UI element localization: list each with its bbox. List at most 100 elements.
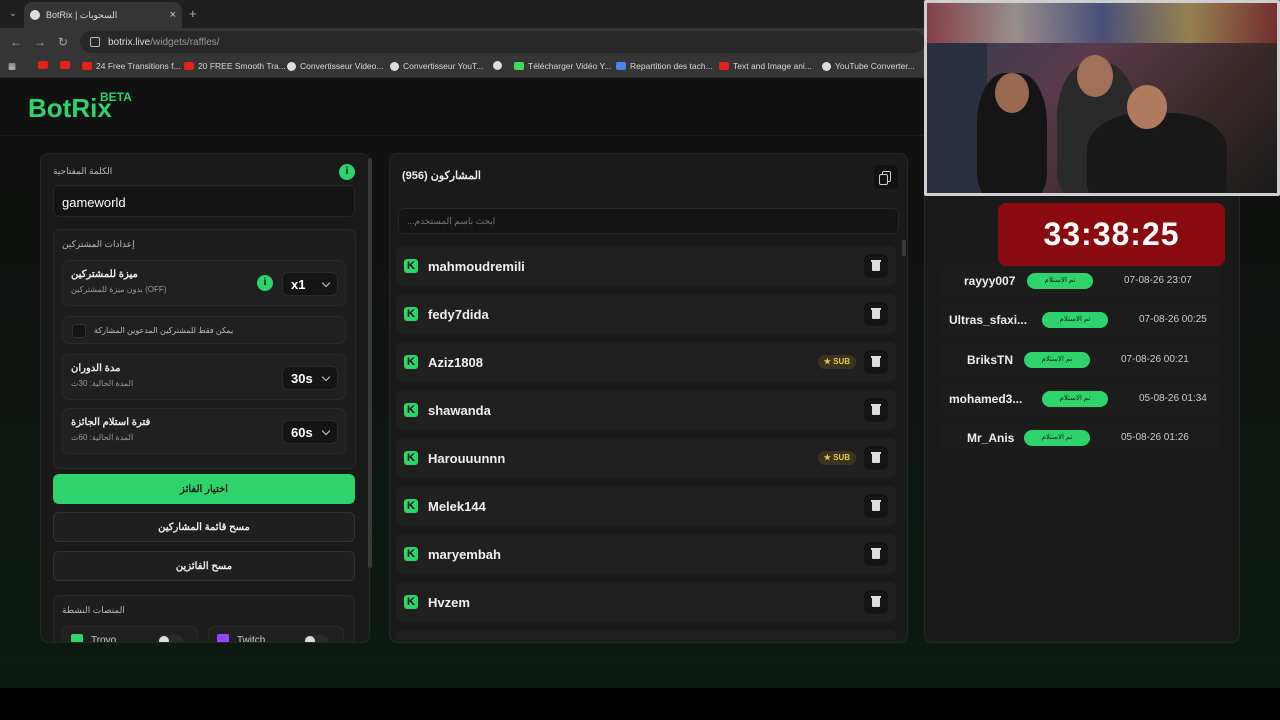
platform-label: Trovo [91, 635, 117, 643]
trash-icon[interactable] [864, 494, 888, 518]
trash-icon[interactable] [864, 542, 888, 566]
globe-icon [493, 61, 502, 70]
winner-date: 07-08-26 23:07 [1124, 275, 1192, 286]
settings-scrollbar[interactable] [368, 158, 372, 568]
winner-row: Mr_Anis تم الاستلام 05-08-26 01:26 [940, 422, 1222, 454]
wall-flags [927, 3, 1277, 43]
trovo-icon [71, 634, 83, 642]
participant-name: Harouuunnn [428, 451, 506, 466]
forward-icon[interactable]: → [34, 35, 46, 49]
tab-title: BotRix | السحوبات [46, 9, 118, 20]
subs-only-row: يمكن فقط للمشتركين المدعوين المشاركة [62, 316, 346, 344]
trovo-toggle[interactable] [157, 635, 183, 642]
new-tab-icon[interactable]: + [189, 6, 197, 21]
winner-name: Mr_Anis [967, 431, 1015, 445]
pick-winner-button[interactable]: اختيار الفائز [53, 474, 355, 504]
subs-only-checkbox[interactable] [72, 324, 86, 338]
back-icon[interactable]: ← [10, 35, 22, 49]
kick-icon: K [404, 259, 418, 273]
tab-list-chevron-icon[interactable]: ⌄ [9, 8, 17, 19]
download-icon [514, 62, 524, 70]
participant-settings-card: إعدادات المشتركين ميزة للمشتركين بدون مي… [53, 229, 356, 469]
info-icon[interactable]: i [257, 275, 273, 291]
platform-twitch: Twitch [208, 626, 344, 643]
trash-icon[interactable] [864, 254, 888, 278]
info-icon[interactable]: i [339, 164, 355, 180]
subscriber-luck-row: ميزة للمشتركين بدون ميزة للمشتركين (OFF)… [62, 260, 346, 306]
bookmark-item[interactable]: Convertisseur Video... [287, 61, 383, 71]
participants-scrollbar[interactable] [902, 240, 906, 256]
participant-search-input[interactable] [398, 208, 899, 234]
chevron-down-icon [321, 426, 331, 435]
twitch-toggle[interactable] [303, 635, 329, 642]
bookmark-item[interactable]: YouTube Converter... [822, 61, 915, 71]
trash-icon[interactable] [864, 398, 888, 422]
reload-icon[interactable]: ↻ [58, 35, 68, 49]
spin-duration-value: 30s [291, 370, 313, 386]
subscriber-luck-select[interactable]: x1 [282, 272, 338, 296]
star-icon: ★ [823, 357, 831, 366]
sub-badge: ★ SUB [817, 355, 856, 369]
participant-name: Melek144 [428, 499, 486, 514]
trash-icon[interactable] [864, 350, 888, 374]
subscriber-luck-label: ميزة للمشتركين [71, 269, 138, 280]
sub-label: SUB [833, 453, 850, 462]
spin-duration-select[interactable]: 30s [282, 366, 338, 390]
site-info-icon[interactable] [90, 37, 100, 47]
browser-tab[interactable]: BotRix | السحوبات × [24, 2, 182, 28]
trash-icon[interactable] [864, 590, 888, 614]
bookmark-item[interactable]: Convertisseur YouT... [390, 61, 483, 71]
claim-time-select[interactable]: 60s [282, 420, 338, 444]
url-field[interactable]: botrix.live/widgets/raffles/ [80, 31, 925, 53]
winner-row: mohamed3... تم الاستلام 05-08-26 01:34 [940, 383, 1222, 415]
botrix-favicon-icon [30, 10, 40, 20]
bookmark-item[interactable]: Repartition des tach... [616, 61, 713, 71]
winner-name: mohamed3... [949, 392, 1023, 406]
youtube-icon [60, 61, 70, 69]
bookmark-label: YouTube Converter... [835, 61, 915, 71]
chevron-down-icon [321, 278, 331, 287]
bookmark-label: Text and Image ani... [733, 61, 812, 71]
bookmark-label: Convertisseur Video... [300, 61, 384, 71]
bookmark-globe[interactable] [493, 61, 506, 70]
active-platforms-label: المنصات النشطة [62, 605, 125, 615]
trash-icon[interactable] [864, 302, 888, 326]
platform-label: Twitch [237, 635, 266, 643]
list-item: K Aziz1808 ★ SUB [396, 342, 896, 382]
apps-grid-icon[interactable]: ▦ [8, 61, 16, 72]
trash-icon[interactable] [864, 446, 888, 470]
docs-icon [616, 62, 626, 70]
winner-date: 07-08-26 00:21 [1121, 354, 1189, 365]
clear-winners-button[interactable]: مسح الفائزين [53, 551, 355, 581]
tab-close-icon[interactable]: × [170, 9, 176, 21]
copy-icon[interactable] [874, 165, 898, 189]
bookmark-item[interactable]: Télécharger Vidéo Y... [514, 61, 611, 71]
keyword-label: الكلمة المفتاحية [53, 166, 113, 176]
bookmark-youtube-2[interactable] [60, 61, 74, 69]
winner-name: BriksTN [967, 353, 1014, 367]
bottom-bar [0, 688, 1280, 720]
webcam-overlay [924, 0, 1280, 196]
winner-date: 07-08-26 00:25 [1139, 314, 1207, 325]
list-item: K Melek144 [396, 486, 896, 526]
bookmark-youtube-1[interactable] [38, 61, 52, 69]
participants-title: المشاركون (956) [402, 170, 481, 182]
keyword-input[interactable]: gameworld [53, 185, 355, 217]
winner-date: 05-08-26 01:26 [1121, 432, 1189, 443]
sub-badge: ★ SUB [817, 451, 856, 465]
kick-icon: K [404, 499, 418, 513]
url-path: /widgets/raffles/ [150, 36, 220, 48]
kick-icon: K [404, 355, 418, 369]
youtube-icon [82, 62, 92, 70]
bookmark-item[interactable]: 24 Free Transitions f... [82, 61, 181, 71]
claimed-badge: تم الاستلام [1042, 391, 1108, 407]
clear-participants-button[interactable]: مسح قائمة المشاركين [53, 512, 355, 542]
active-platforms-card: المنصات النشطة Trovo Twitch [53, 595, 355, 643]
list-item: K mahmoudremili [396, 246, 896, 286]
bookmark-item[interactable]: 20 FREE Smooth Tra... [184, 61, 286, 71]
kick-icon: K [404, 595, 418, 609]
claimed-badge: تم الاستلام [1024, 352, 1090, 368]
bookmark-item[interactable]: Text and Image ani... [719, 61, 812, 71]
list-item: K maryembah [396, 534, 896, 574]
bookmark-label: 24 Free Transitions f... [96, 61, 181, 71]
